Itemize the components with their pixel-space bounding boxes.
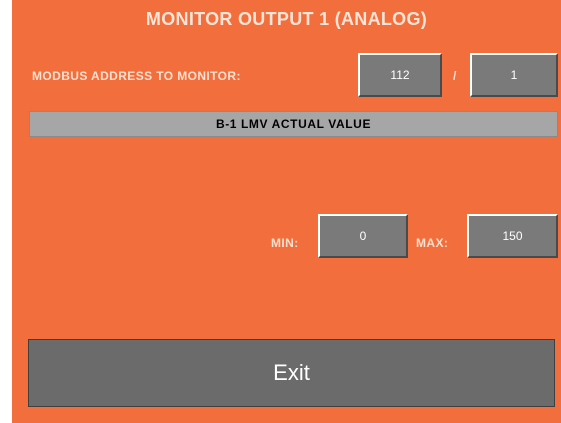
max-label: MAX:	[416, 236, 449, 250]
max-value-field[interactable]: 150	[467, 214, 558, 258]
monitor-output-panel: MONITOR OUTPUT 1 (ANALOG) MODBUS ADDRESS…	[12, 0, 561, 423]
screen-title: MONITOR OUTPUT 1 (ANALOG)	[145, 9, 428, 29]
modbus-subaddress-field[interactable]: 1	[470, 53, 558, 97]
exit-button[interactable]: Exit	[28, 339, 555, 407]
min-label: MIN:	[271, 236, 299, 250]
address-separator: /	[453, 69, 457, 83]
min-value-field[interactable]: 0	[318, 214, 408, 258]
modbus-address-field[interactable]: 112	[358, 53, 442, 97]
modbus-address-label: MODBUS ADDRESS TO MONITOR:	[32, 69, 241, 83]
parameter-name-bar: B-1 LMV ACTUAL VALUE	[29, 111, 558, 137]
